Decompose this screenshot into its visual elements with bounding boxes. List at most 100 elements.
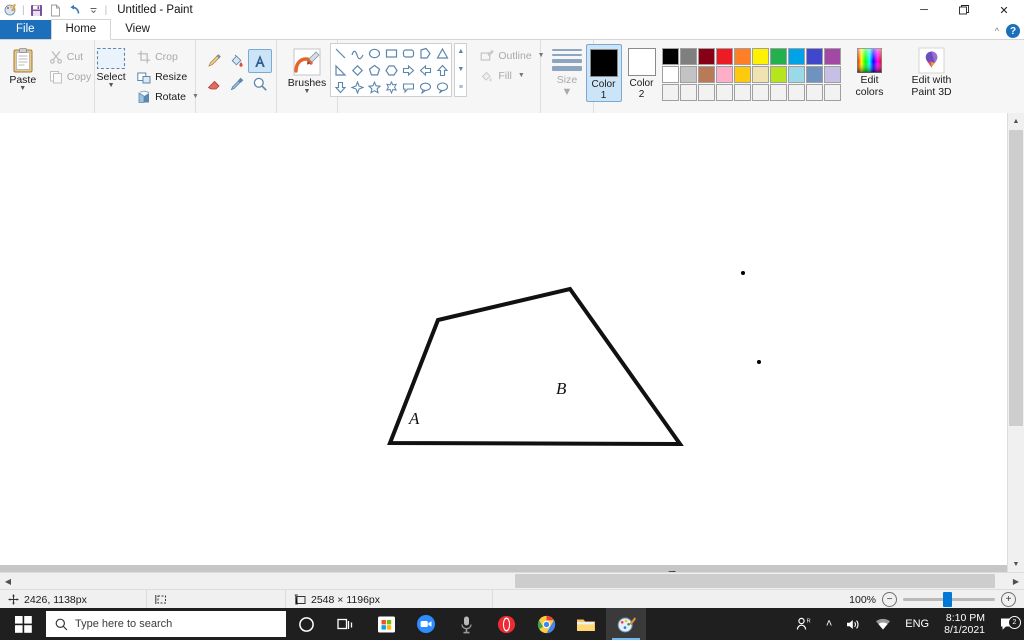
- shape-curve[interactable]: [349, 45, 365, 61]
- palette-swatch-row2-2[interactable]: [697, 66, 715, 83]
- rotate-button[interactable]: Rotate ▼: [134, 88, 202, 105]
- scroll-left-arrow-icon[interactable]: ◀: [0, 573, 16, 589]
- shape-right-arrow[interactable]: [400, 62, 416, 78]
- palette-swatch-row1-0[interactable]: [661, 48, 679, 65]
- chrome-icon[interactable]: [526, 608, 566, 640]
- microsoft-store-icon[interactable]: [366, 608, 406, 640]
- horizontal-scroll-thumb[interactable]: [515, 574, 995, 588]
- shape-line[interactable]: [332, 45, 348, 61]
- palette-swatch-row1-1[interactable]: [679, 48, 697, 65]
- palette-swatch-row1-2[interactable]: [697, 48, 715, 65]
- vertical-scrollbar[interactable]: ▲ ▼: [1007, 113, 1024, 572]
- shape-oval-callout[interactable]: [417, 79, 433, 95]
- start-button[interactable]: [0, 608, 46, 640]
- shape-oval[interactable]: [366, 45, 382, 61]
- palette-swatch-row3-4[interactable]: [733, 84, 751, 101]
- shape-polygon[interactable]: [417, 45, 433, 61]
- horizontal-scrollbar[interactable]: ◀ ▶: [0, 572, 1024, 590]
- palette-swatch-row1-4[interactable]: [733, 48, 751, 65]
- shape-six-point-star[interactable]: [383, 79, 399, 95]
- zoom-icon[interactable]: [406, 608, 446, 640]
- palette-swatch-row3-3[interactable]: [715, 84, 733, 101]
- palette-swatch-row1-3[interactable]: [715, 48, 733, 65]
- shape-down-arrow[interactable]: [332, 79, 348, 95]
- palette-swatch-row3-7[interactable]: [787, 84, 805, 101]
- opera-icon[interactable]: [486, 608, 526, 640]
- scroll-down-arrow-icon[interactable]: ▼: [1008, 556, 1024, 572]
- palette-swatch-row1-6[interactable]: [769, 48, 787, 65]
- gallery-scroll-up-icon[interactable]: ▲: [455, 44, 466, 60]
- palette-swatch-row2-8[interactable]: [805, 66, 823, 83]
- palette-swatch-row2-5[interactable]: [751, 66, 769, 83]
- color-picker-tool[interactable]: [225, 72, 249, 96]
- file-explorer-icon[interactable]: [566, 608, 606, 640]
- palette-swatch-row3-8[interactable]: [805, 84, 823, 101]
- palette-swatch-row2-4[interactable]: [733, 66, 751, 83]
- palette-swatch-row2-6[interactable]: [769, 66, 787, 83]
- pencil-tool[interactable]: [202, 49, 226, 73]
- customize-qat-caret[interactable]: [86, 3, 101, 18]
- palette-swatch-row2-3[interactable]: [715, 66, 733, 83]
- edit-colors-button[interactable]: Edit colors: [850, 44, 890, 98]
- show-hidden-icons-icon[interactable]: ˄: [819, 618, 839, 630]
- palette-swatch-row3-5[interactable]: [751, 84, 769, 101]
- shape-rounded-callout[interactable]: [400, 79, 416, 95]
- shape-triangle[interactable]: [434, 45, 450, 61]
- shapes-gallery[interactable]: [330, 43, 453, 97]
- brushes-button[interactable]: Brushes ▼: [284, 44, 330, 95]
- edit-with-paint3d-button[interactable]: Edit with Paint 3D: [903, 44, 961, 98]
- wifi-icon[interactable]: [868, 618, 898, 631]
- zoom-in-button[interactable]: +: [1001, 592, 1016, 607]
- volume-icon[interactable]: [839, 618, 868, 631]
- paste-caret-icon[interactable]: ▼: [19, 85, 26, 92]
- task-view-icon[interactable]: [326, 608, 366, 640]
- microphone-icon[interactable]: [446, 608, 486, 640]
- color-palette[interactable]: [661, 44, 841, 101]
- paste-button[interactable]: Paste ▼: [0, 44, 46, 92]
- language-indicator[interactable]: ENG: [898, 618, 936, 630]
- cortana-icon[interactable]: [286, 608, 326, 640]
- scroll-up-arrow-icon[interactable]: ▲: [1008, 113, 1024, 129]
- palette-swatch-row2-1[interactable]: [679, 66, 697, 83]
- search-input[interactable]: Type here to search: [46, 611, 286, 637]
- shape-right-triangle[interactable]: [332, 62, 348, 78]
- shape-five-point-star[interactable]: [366, 79, 382, 95]
- palette-swatch-row2-0[interactable]: [661, 66, 679, 83]
- save-icon[interactable]: [29, 3, 44, 18]
- palette-swatch-row1-8[interactable]: [805, 48, 823, 65]
- resize-button[interactable]: Resize: [134, 68, 202, 85]
- palette-swatch-row3-9[interactable]: [823, 84, 841, 101]
- color-2-button[interactable]: Color 2: [625, 44, 659, 100]
- maximize-button[interactable]: [944, 0, 984, 20]
- shape-up-arrow[interactable]: [434, 62, 450, 78]
- vertical-scroll-thumb[interactable]: [1009, 130, 1023, 426]
- shape-rounded-rectangle[interactable]: [400, 45, 416, 61]
- shape-four-point-star[interactable]: [349, 79, 365, 95]
- minimize-button[interactable]: ─: [904, 0, 944, 20]
- tab-file[interactable]: File: [0, 20, 51, 39]
- palette-swatch-row2-7[interactable]: [787, 66, 805, 83]
- tab-home[interactable]: Home: [50, 19, 112, 40]
- select-caret-icon[interactable]: ▼: [108, 82, 115, 89]
- magnifier-tool[interactable]: [248, 72, 272, 96]
- new-file-icon[interactable]: [48, 3, 63, 18]
- palette-swatch-row3-6[interactable]: [769, 84, 787, 101]
- color-1-button[interactable]: Color 1: [585, 44, 622, 102]
- clock[interactable]: 8:10 PM 8/1/2021: [936, 612, 993, 636]
- shape-pentagon[interactable]: [366, 62, 382, 78]
- paint-taskbar-icon[interactable]: [606, 608, 646, 640]
- shape-rectangle[interactable]: [383, 45, 399, 61]
- color-2-swatch[interactable]: [627, 48, 656, 76]
- scroll-right-arrow-icon[interactable]: ▶: [1008, 573, 1024, 589]
- undo-icon[interactable]: [67, 3, 82, 18]
- palette-swatch-row1-9[interactable]: [823, 48, 841, 65]
- zoom-slider-thumb[interactable]: [943, 592, 952, 607]
- gallery-expand-icon[interactable]: ≡: [455, 80, 466, 96]
- paint-canvas[interactable]: A B C D: [0, 113, 1008, 589]
- select-button[interactable]: Select ▼: [88, 44, 134, 89]
- palette-swatch-row3-2[interactable]: [697, 84, 715, 101]
- close-button[interactable]: ✕: [984, 0, 1024, 20]
- tab-view[interactable]: View: [111, 20, 164, 39]
- palette-swatch-row2-9[interactable]: [823, 66, 841, 83]
- palette-swatch-row1-7[interactable]: [787, 48, 805, 65]
